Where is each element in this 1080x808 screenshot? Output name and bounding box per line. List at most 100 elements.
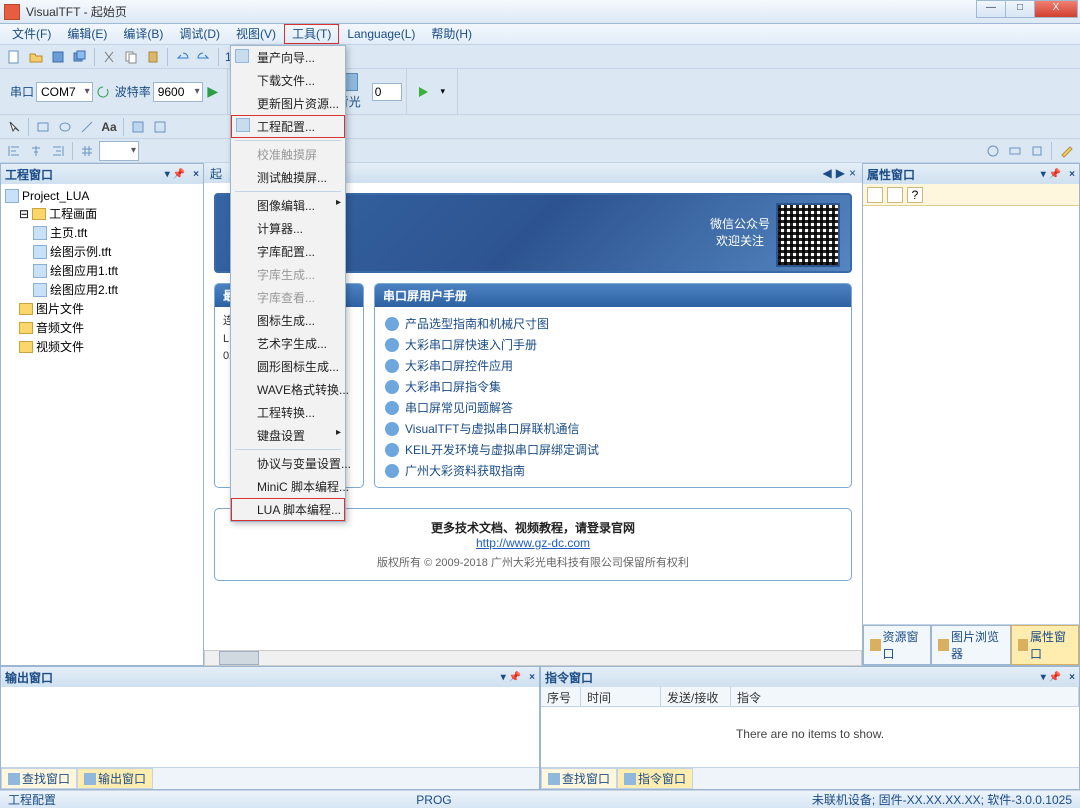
- menu-item-0[interactable]: 量产向导...: [231, 46, 345, 69]
- paint-tool[interactable]: [1056, 141, 1076, 161]
- tree-folder-pics[interactable]: 图片文件: [5, 299, 199, 318]
- comport-select[interactable]: COM7: [36, 82, 93, 102]
- footer-link[interactable]: http://www.gz-dc.com: [476, 536, 590, 550]
- prop-cat-button[interactable]: [887, 187, 903, 203]
- col-time[interactable]: 时间: [581, 687, 661, 706]
- menu-item-11[interactable]: 图标生成...: [231, 309, 345, 332]
- tab-resources[interactable]: 资源窗口: [863, 625, 931, 665]
- menu-file[interactable]: 文件(F): [4, 24, 59, 44]
- save-button[interactable]: [48, 47, 68, 67]
- tab-command[interactable]: 指令窗口: [617, 768, 693, 789]
- manual-link[interactable]: 广州大彩资料获取指南: [385, 460, 841, 481]
- saveall-button[interactable]: [70, 47, 90, 67]
- tree-folder-audio[interactable]: 音频文件: [5, 318, 199, 337]
- close-panel-icon[interactable]: ×: [1069, 672, 1075, 683]
- menu-item-1[interactable]: 下载文件...: [231, 69, 345, 92]
- start-tab[interactable]: 起: [210, 165, 222, 182]
- menu-item-12[interactable]: 艺术字生成...: [231, 332, 345, 355]
- align-center[interactable]: [26, 141, 46, 161]
- zoom-select[interactable]: [99, 141, 139, 161]
- command-list[interactable]: 序号 时间 发送/接收 指令 There are no items to sho…: [541, 687, 1079, 767]
- menu-compile[interactable]: 编译(B): [115, 24, 171, 44]
- tree-root[interactable]: Project_LUA: [5, 188, 199, 204]
- pointer-tool[interactable]: [4, 117, 24, 137]
- menu-tools[interactable]: 工具(T): [284, 24, 339, 44]
- tree-file[interactable]: 绘图示例.tft: [5, 242, 199, 261]
- prop-help-button[interactable]: ?: [907, 187, 923, 203]
- nav-prev[interactable]: ◀: [823, 166, 832, 180]
- menu-item-14[interactable]: WAVE格式转换...: [231, 378, 345, 401]
- connect-button[interactable]: ▶: [203, 82, 223, 102]
- tab-search[interactable]: 查找窗口: [1, 768, 77, 789]
- menu-edit[interactable]: 编辑(E): [59, 24, 115, 44]
- widget-tool-2[interactable]: [150, 117, 170, 137]
- col-index[interactable]: 序号: [541, 687, 581, 706]
- menu-debug[interactable]: 调试(D): [171, 24, 228, 44]
- property-grid[interactable]: [863, 206, 1079, 624]
- h-scrollbar[interactable]: [204, 650, 862, 666]
- close-button[interactable]: X: [1034, 0, 1078, 18]
- manual-link[interactable]: KEIL开发环境与虚拟串口屏绑定调试: [385, 439, 841, 460]
- baud-select[interactable]: 9600: [153, 82, 203, 102]
- ellipse-tool[interactable]: [55, 117, 75, 137]
- project-tree[interactable]: Project_LUA ⊟工程画面 主页.tft 绘图示例.tft 绘图应用1.…: [1, 184, 203, 665]
- col-cmd[interactable]: 指令: [731, 687, 1079, 706]
- comport-refresh[interactable]: [93, 82, 113, 102]
- pin-icon[interactable]: ▾ 📌: [1041, 169, 1061, 180]
- open-button[interactable]: [26, 47, 46, 67]
- menu-view[interactable]: 视图(V): [228, 24, 284, 44]
- tree-file[interactable]: 绘图应用1.tft: [5, 261, 199, 280]
- pin-icon[interactable]: ▾ 📌: [1041, 672, 1061, 683]
- manual-link[interactable]: VisualTFT与虚拟串口屏联机通信: [385, 418, 841, 439]
- format-tool-2[interactable]: [1005, 141, 1025, 161]
- line-tool[interactable]: [77, 117, 97, 137]
- menu-item-7[interactable]: 计算器...: [231, 217, 345, 240]
- nav-next[interactable]: ▶: [836, 166, 845, 180]
- pin-icon[interactable]: ▾ 📌: [501, 672, 521, 683]
- manual-link[interactable]: 大彩串口屏指令集: [385, 376, 841, 397]
- prop-sort-button[interactable]: [867, 187, 883, 203]
- new-button[interactable]: [4, 47, 24, 67]
- cut-button[interactable]: [99, 47, 119, 67]
- tree-folder-video[interactable]: 视频文件: [5, 337, 199, 356]
- tree-folder-pages[interactable]: ⊟工程画面: [5, 204, 199, 223]
- manual-link[interactable]: 串口屏常见问题解答: [385, 397, 841, 418]
- rect-tool[interactable]: [33, 117, 53, 137]
- nav-close[interactable]: ×: [849, 166, 856, 180]
- col-dir[interactable]: 发送/接收: [661, 687, 731, 706]
- format-tool-1[interactable]: [983, 141, 1003, 161]
- manual-link[interactable]: 产品选型指南和机械尺寸图: [385, 313, 841, 334]
- grid-toggle[interactable]: [77, 141, 97, 161]
- undo-button[interactable]: [172, 47, 192, 67]
- run-button[interactable]: [413, 82, 433, 102]
- menu-item-5[interactable]: 测试触摸屏...: [231, 166, 345, 189]
- pin-icon[interactable]: ▾ 📌: [165, 169, 185, 180]
- text-tool[interactable]: Aa: [99, 117, 119, 137]
- tab-image-browser[interactable]: 图片浏览器: [931, 625, 1010, 665]
- redo-button[interactable]: [194, 47, 214, 67]
- close-panel-icon[interactable]: ×: [1069, 169, 1075, 180]
- manual-link[interactable]: 大彩串口屏控件应用: [385, 355, 841, 376]
- manual-link[interactable]: 大彩串口屏快速入门手册: [385, 334, 841, 355]
- output-body[interactable]: [1, 687, 539, 767]
- tab-search[interactable]: 查找窗口: [541, 768, 617, 789]
- menu-help[interactable]: 帮助(H): [423, 24, 480, 44]
- close-panel-icon[interactable]: ×: [193, 169, 199, 180]
- maximize-button[interactable]: □: [1005, 0, 1035, 18]
- format-tool-3[interactable]: [1027, 141, 1047, 161]
- menu-language[interactable]: Language(L): [339, 24, 423, 44]
- menu-item-17[interactable]: 协议与变量设置...: [231, 452, 345, 475]
- run-dropdown[interactable]: ▾: [433, 82, 453, 102]
- minimize-button[interactable]: —: [976, 0, 1006, 18]
- menu-item-18[interactable]: MiniC 脚本编程...: [231, 475, 345, 498]
- tree-file[interactable]: 主页.tft: [5, 223, 199, 242]
- menu-item-2[interactable]: 更新图片资源...: [231, 92, 345, 115]
- align-right[interactable]: [48, 141, 68, 161]
- paste-button[interactable]: [143, 47, 163, 67]
- tab-properties[interactable]: 属性窗口: [1011, 625, 1079, 665]
- close-panel-icon[interactable]: ×: [529, 672, 535, 683]
- menu-item-3[interactable]: 工程配置...: [231, 115, 345, 138]
- menu-item-8[interactable]: 字库配置...: [231, 240, 345, 263]
- tree-file[interactable]: 绘图应用2.tft: [5, 280, 199, 299]
- menu-item-6[interactable]: 图像编辑...: [231, 194, 345, 217]
